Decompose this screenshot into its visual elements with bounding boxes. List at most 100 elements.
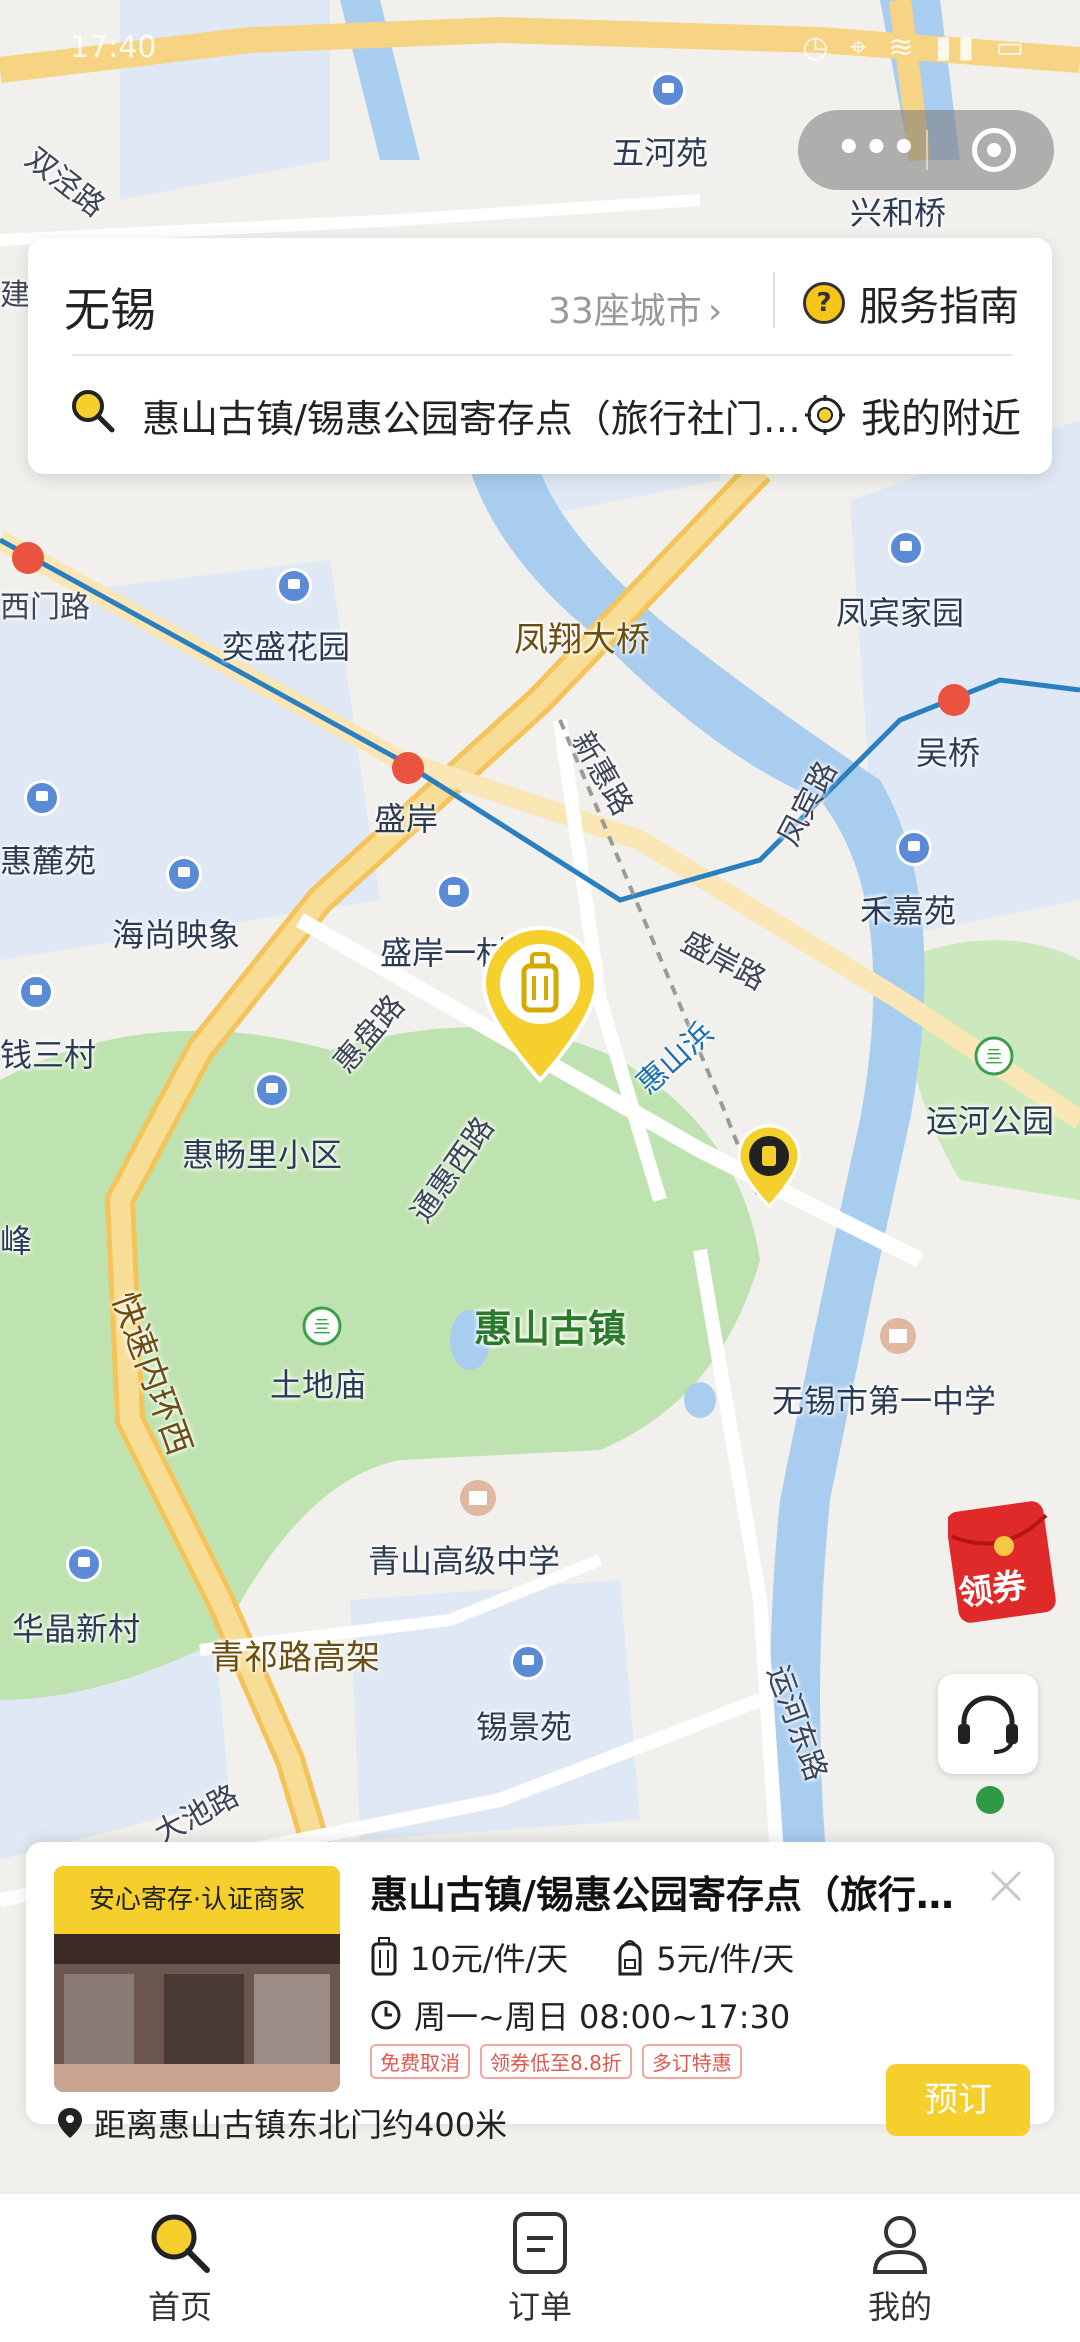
location-pin-icon <box>58 2108 82 2138</box>
nearby-label: 我的附近 <box>861 396 1021 442</box>
tab-orders[interactable]: 订单 <box>440 2208 640 2328</box>
map-label: 峰 <box>0 1222 33 1260</box>
store-thumbnail[interactable]: 安心寄存·认证商家 <box>54 1866 340 2092</box>
map-label: 禾嘉苑 <box>860 892 957 930</box>
residential-icon <box>166 856 202 892</box>
residential-icon <box>276 568 312 604</box>
distance-text: 距离惠山古镇东北门约400米 <box>94 2106 508 2144</box>
map-label: 惠麓苑 <box>0 842 97 880</box>
map-label: 建 <box>0 278 30 313</box>
residential-icon <box>888 530 924 566</box>
promo-tag: 免费取消 <box>370 2044 470 2079</box>
map-label: 华晶新村 <box>12 1610 141 1648</box>
miniprogram-capsule: ••• <box>798 110 1054 190</box>
search-icon <box>151 2214 210 2273</box>
bottom-tab-bar: 首页 订单 我的 <box>0 2192 1080 2342</box>
tab-home[interactable]: 首页 <box>80 2208 280 2328</box>
user-icon <box>872 2216 928 2274</box>
svg-text:亖: 亖 <box>985 1047 1003 1068</box>
close-icon[interactable] <box>986 1866 1026 1906</box>
city-selector[interactable]: 无锡 <box>64 274 156 340</box>
order-icon <box>513 2212 567 2274</box>
map-label: 五河苑 <box>612 134 709 172</box>
store-photo <box>54 1934 340 2092</box>
storage-marker[interactable] <box>736 1124 802 1210</box>
residential-icon <box>896 830 932 866</box>
map-label: 青祁路高架 <box>210 1638 380 1678</box>
selected-storage-marker[interactable] <box>478 924 602 1086</box>
svg-text:亖: 亖 <box>313 1317 331 1338</box>
school-icon <box>880 1318 916 1354</box>
promo-tags: 免费取消 领券低至8.8折 多订特惠 <box>370 2044 752 2079</box>
residential-icon <box>510 1644 546 1680</box>
chevron-right-icon: › <box>707 291 723 332</box>
price-small-luggage: 5元/件/天 <box>656 1940 795 1978</box>
close-miniprogram-button[interactable] <box>972 128 1016 172</box>
residential-icon <box>18 974 54 1010</box>
map-label: 青山高级中学 <box>368 1542 561 1580</box>
status-time: 17:40 <box>70 30 157 65</box>
map-label: 盛岸 <box>374 800 439 838</box>
map-label: 海尚映象 <box>112 916 241 954</box>
more-menu-button[interactable]: ••• <box>836 128 919 168</box>
hours-text: 周一~周日 08:00~17:30 <box>414 1998 791 2036</box>
city-count-link[interactable]: 33座城市 › <box>548 282 722 334</box>
park-icon: 亖 <box>302 1306 342 1346</box>
status-bar: 17:40 ◷ ⌖ ≋ ▮▮ ▭ <box>60 20 1040 70</box>
coupon-label: 领券 <box>956 1565 1029 1615</box>
divider <box>773 272 775 328</box>
map-label: 凤宾家园 <box>836 594 965 632</box>
tab-label: 首页 <box>147 2288 212 2326</box>
book-button[interactable]: 预订 <box>886 2064 1030 2136</box>
store-name: 惠山古镇/锡惠公园寄存点（旅行社门店） <box>370 1873 980 1917</box>
divider <box>72 354 1012 356</box>
search-icon <box>72 390 115 433</box>
map-label: 兴和桥 <box>850 194 947 232</box>
certified-badge: 安心寄存·认证商家 <box>54 1866 340 1934</box>
school-icon <box>460 1480 496 1516</box>
city-count-label: 33座城市 <box>548 291 702 332</box>
nearby-button[interactable]: 我的附近 <box>803 386 1021 444</box>
map-label: 凤翔大桥 <box>514 620 650 660</box>
residential-icon <box>254 1072 290 1108</box>
coupon-button[interactable]: 领券 <box>946 1500 1060 1624</box>
tab-label: 订单 <box>507 2288 572 2326</box>
residential-icon <box>650 72 686 108</box>
map-label: 土地庙 <box>270 1366 367 1404</box>
map-label: 锡景苑 <box>476 1708 573 1746</box>
residential-icon <box>66 1546 102 1582</box>
customer-service-button[interactable] <box>938 1674 1038 1774</box>
question-icon: ? <box>803 282 845 324</box>
map-label: 惠畅里小区 <box>182 1136 343 1174</box>
park-icon: 亖 <box>974 1036 1014 1076</box>
distance-info: 距离惠山古镇东北门约400米 <box>56 2100 507 2146</box>
promo-tag: 领券低至8.8折 <box>480 2044 632 2079</box>
tab-mine[interactable]: 我的 <box>800 2208 1000 2328</box>
search-card: 无锡 33座城市 › ? 服务指南 惠山古镇/锡惠公园寄存点（旅行社门店） 我的附… <box>28 238 1052 474</box>
search-input[interactable]: 惠山古镇/锡惠公园寄存点（旅行社门店） <box>142 388 802 443</box>
map-label: 无锡市第一中学 <box>772 1382 997 1420</box>
status-icons: ◷ ⌖ ≋ ▮▮ ▭ <box>802 30 1030 65</box>
opening-hours: 周一~周日 08:00~17:30 <box>370 1992 790 2038</box>
capsule-divider <box>926 130 928 170</box>
map-label: 奕盛花园 <box>222 628 351 666</box>
promo-tag: 多订特惠 <box>641 2044 742 2079</box>
service-guide-label: 服务指南 <box>859 284 1019 330</box>
service-guide-button[interactable]: ? 服务指南 <box>803 274 1019 332</box>
suitcase-icon <box>371 1937 397 1976</box>
clock-icon <box>371 2000 401 2030</box>
residential-icon <box>436 874 472 910</box>
map-label: 西门路 <box>0 590 90 625</box>
residential-icon <box>24 780 60 816</box>
tab-label: 我的 <box>867 2288 932 2326</box>
price-row: 10元/件/天 5元/件/天 <box>370 1934 794 1980</box>
map-label: 惠山古镇 <box>474 1307 627 1351</box>
backpack-icon <box>618 1940 642 1976</box>
headset-icon <box>958 1695 1018 1754</box>
map-label: 吴桥 <box>916 734 981 772</box>
store-card[interactable]: 安心寄存·认证商家 惠山古镇/锡惠公园寄存点（旅行社门店） 10元/件/天 5元… <box>26 1842 1054 2144</box>
price-large-luggage: 10元/件/天 <box>410 1940 569 1978</box>
locate-icon <box>805 395 845 435</box>
map-label: 钱三村 <box>0 1036 97 1074</box>
map-label: 运河公园 <box>926 1102 1055 1140</box>
